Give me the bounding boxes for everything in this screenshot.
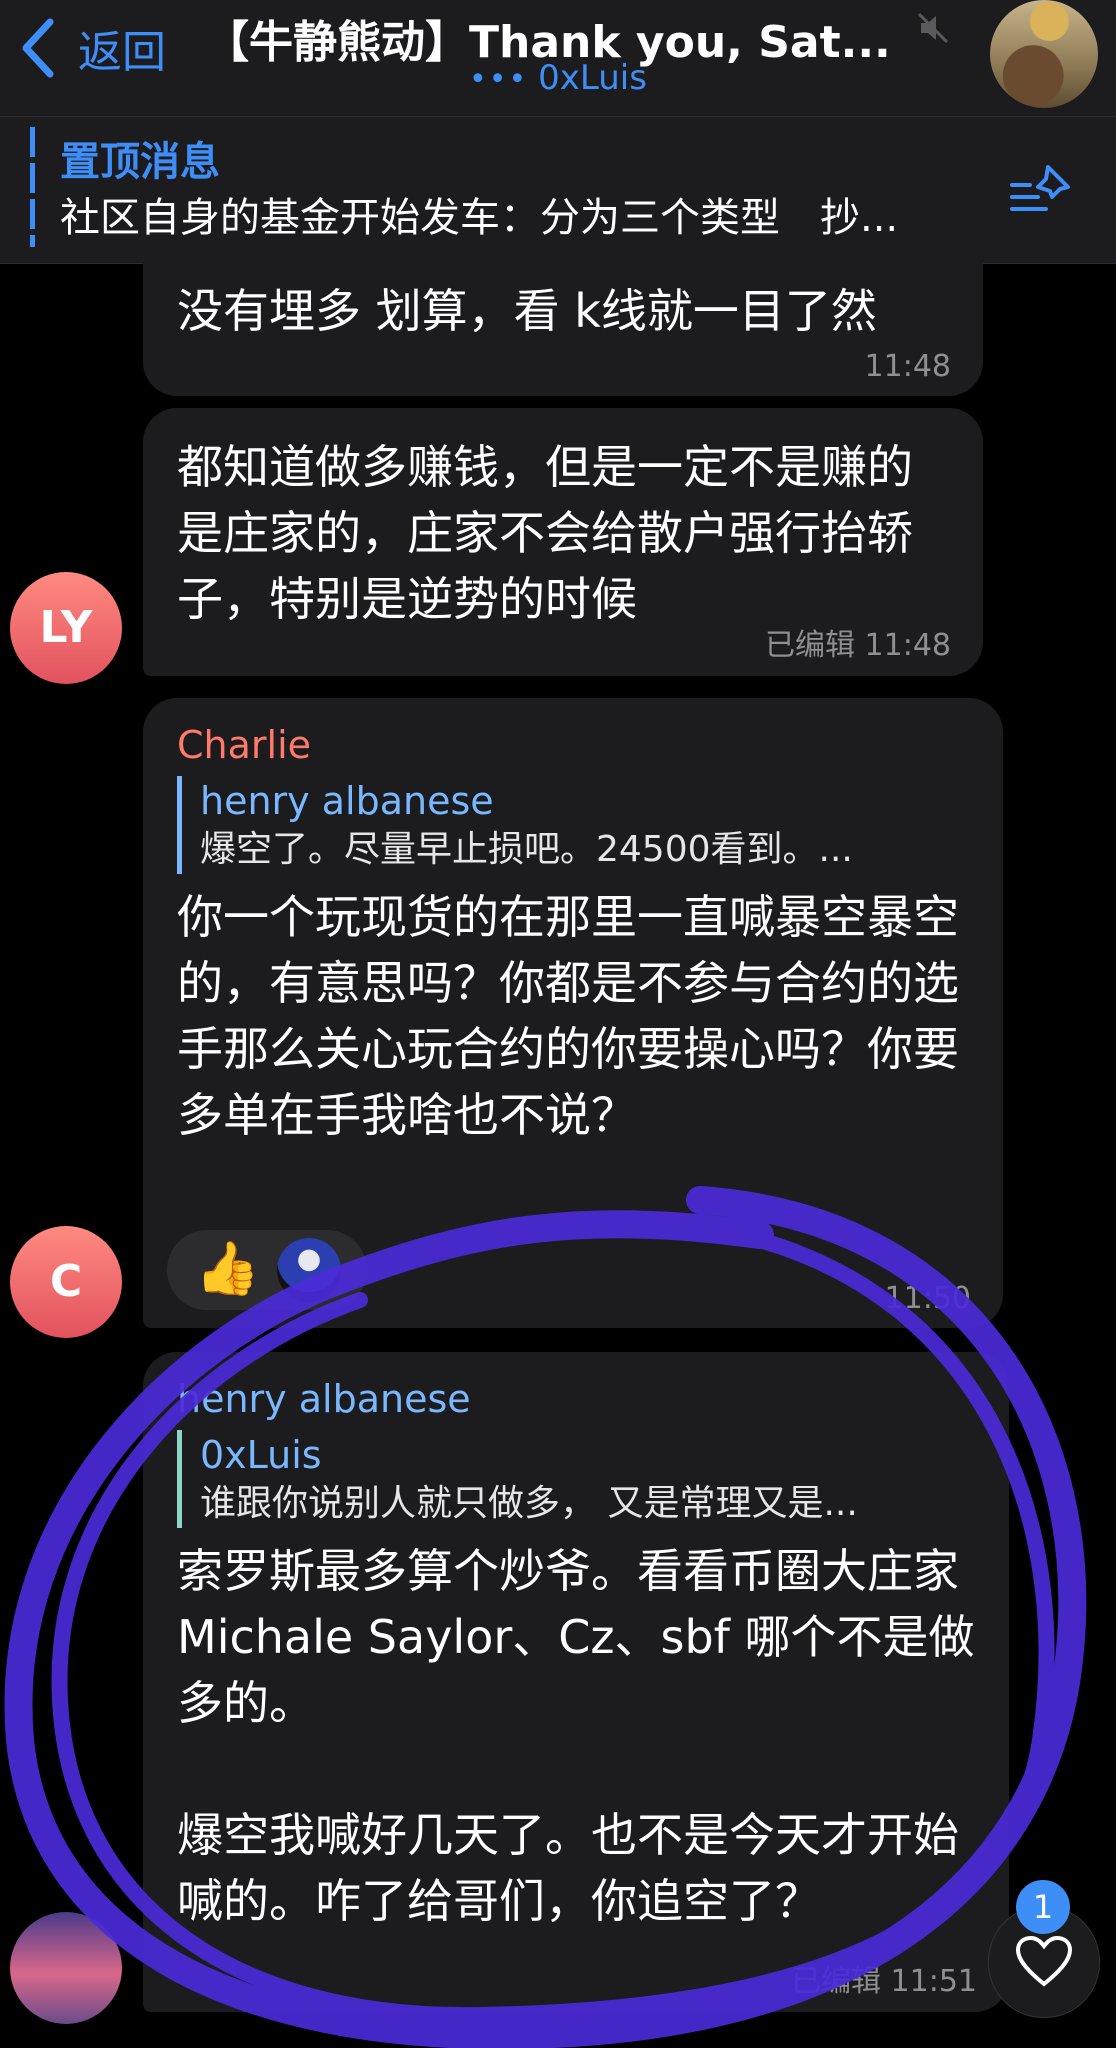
reply-quote[interactable]: henry albanese 爆空了。尽量早止损吧。24500看到。... (177, 776, 969, 874)
reply-text: 爆空了。尽量早止损吧。24500看到。... (200, 829, 853, 870)
chat-header: 返回 【牛静熊动】Thank you, Sat... ••• 0xLuis (0, 0, 1116, 117)
pinned-indicator (30, 127, 35, 247)
message-bubble[interactable]: Charlie henry albanese 爆空了。尽量早止损吧。24500看… (143, 698, 1003, 1328)
message-bubble[interactable]: 没有埋多 划算，看 k线就一目了然 11:48 (143, 256, 983, 396)
avatar[interactable]: C (10, 1226, 122, 1338)
unread-badge: 1 (1016, 1880, 1070, 1934)
reply-name: henry albanese (200, 779, 494, 823)
reply-text: 谁跟你说别人就只做多， 又是常理又是... (200, 1483, 858, 1524)
chat-subtitle: ••• 0xLuis (0, 58, 1116, 98)
avatar[interactable] (10, 1912, 122, 2024)
sender-name[interactable]: henry albanese (177, 1374, 975, 1424)
heart-icon (1015, 1935, 1073, 1987)
message-text: 你一个玩现货的在那里一直喊暴空暴空的，有意思吗？你都是不参与合约的选手那么关心玩… (177, 890, 959, 1142)
message-text: 索罗斯最多算个炒爷。看看币圈大庄家 Michale Saylor、Cz、sbf … (177, 1544, 975, 1928)
avatar[interactable]: LY (10, 572, 122, 684)
chat-avatar[interactable] (990, 0, 1098, 108)
message-time: 已编辑 11:51 (791, 1964, 977, 1999)
reply-quote[interactable]: 0xLuis 谁跟你说别人就只做多， 又是常理又是... (177, 1430, 975, 1528)
mute-icon (917, 12, 949, 44)
reactor-avatar (277, 1238, 341, 1302)
message-bubble[interactable]: 都知道做多赚钱，但是一定不是赚的是庄家的，庄家不会给散户强行抬轿子，特别是逆势的… (143, 408, 983, 676)
pinned-text: 社区自身的基金开始发车：分为三个类型 抄... (60, 195, 899, 241)
typing-dots-icon: ••• (469, 62, 529, 97)
message-time: 11:50 (884, 1281, 971, 1316)
pinned-label: 置顶消息 (60, 139, 220, 185)
message-time: 11:48 (864, 349, 951, 384)
reaction-pill[interactable]: 👍 (167, 1230, 367, 1310)
reply-name: 0xLuis (200, 1433, 322, 1477)
thumbs-up-icon: 👍 (195, 1239, 260, 1299)
pin-list-icon[interactable] (1008, 161, 1074, 221)
reactions: 👍 (167, 1230, 367, 1310)
message-text: 没有埋多 划算，看 k线就一目了然 (177, 284, 877, 338)
sender-name[interactable]: Charlie (177, 720, 969, 770)
pinned-message-bar[interactable]: 置顶消息 社区自身的基金开始发车：分为三个类型 抄... (0, 117, 1116, 264)
message-time: 已编辑 11:48 (765, 628, 951, 663)
message-bubble[interactable]: henry albanese 0xLuis 谁跟你说别人就只做多， 又是常理又是… (143, 1352, 1009, 2012)
typing-user: 0xLuis (538, 58, 647, 98)
message-text: 都知道做多赚钱，但是一定不是赚的是庄家的，庄家不会给散户强行抬轿子，特别是逆势的… (177, 440, 913, 626)
